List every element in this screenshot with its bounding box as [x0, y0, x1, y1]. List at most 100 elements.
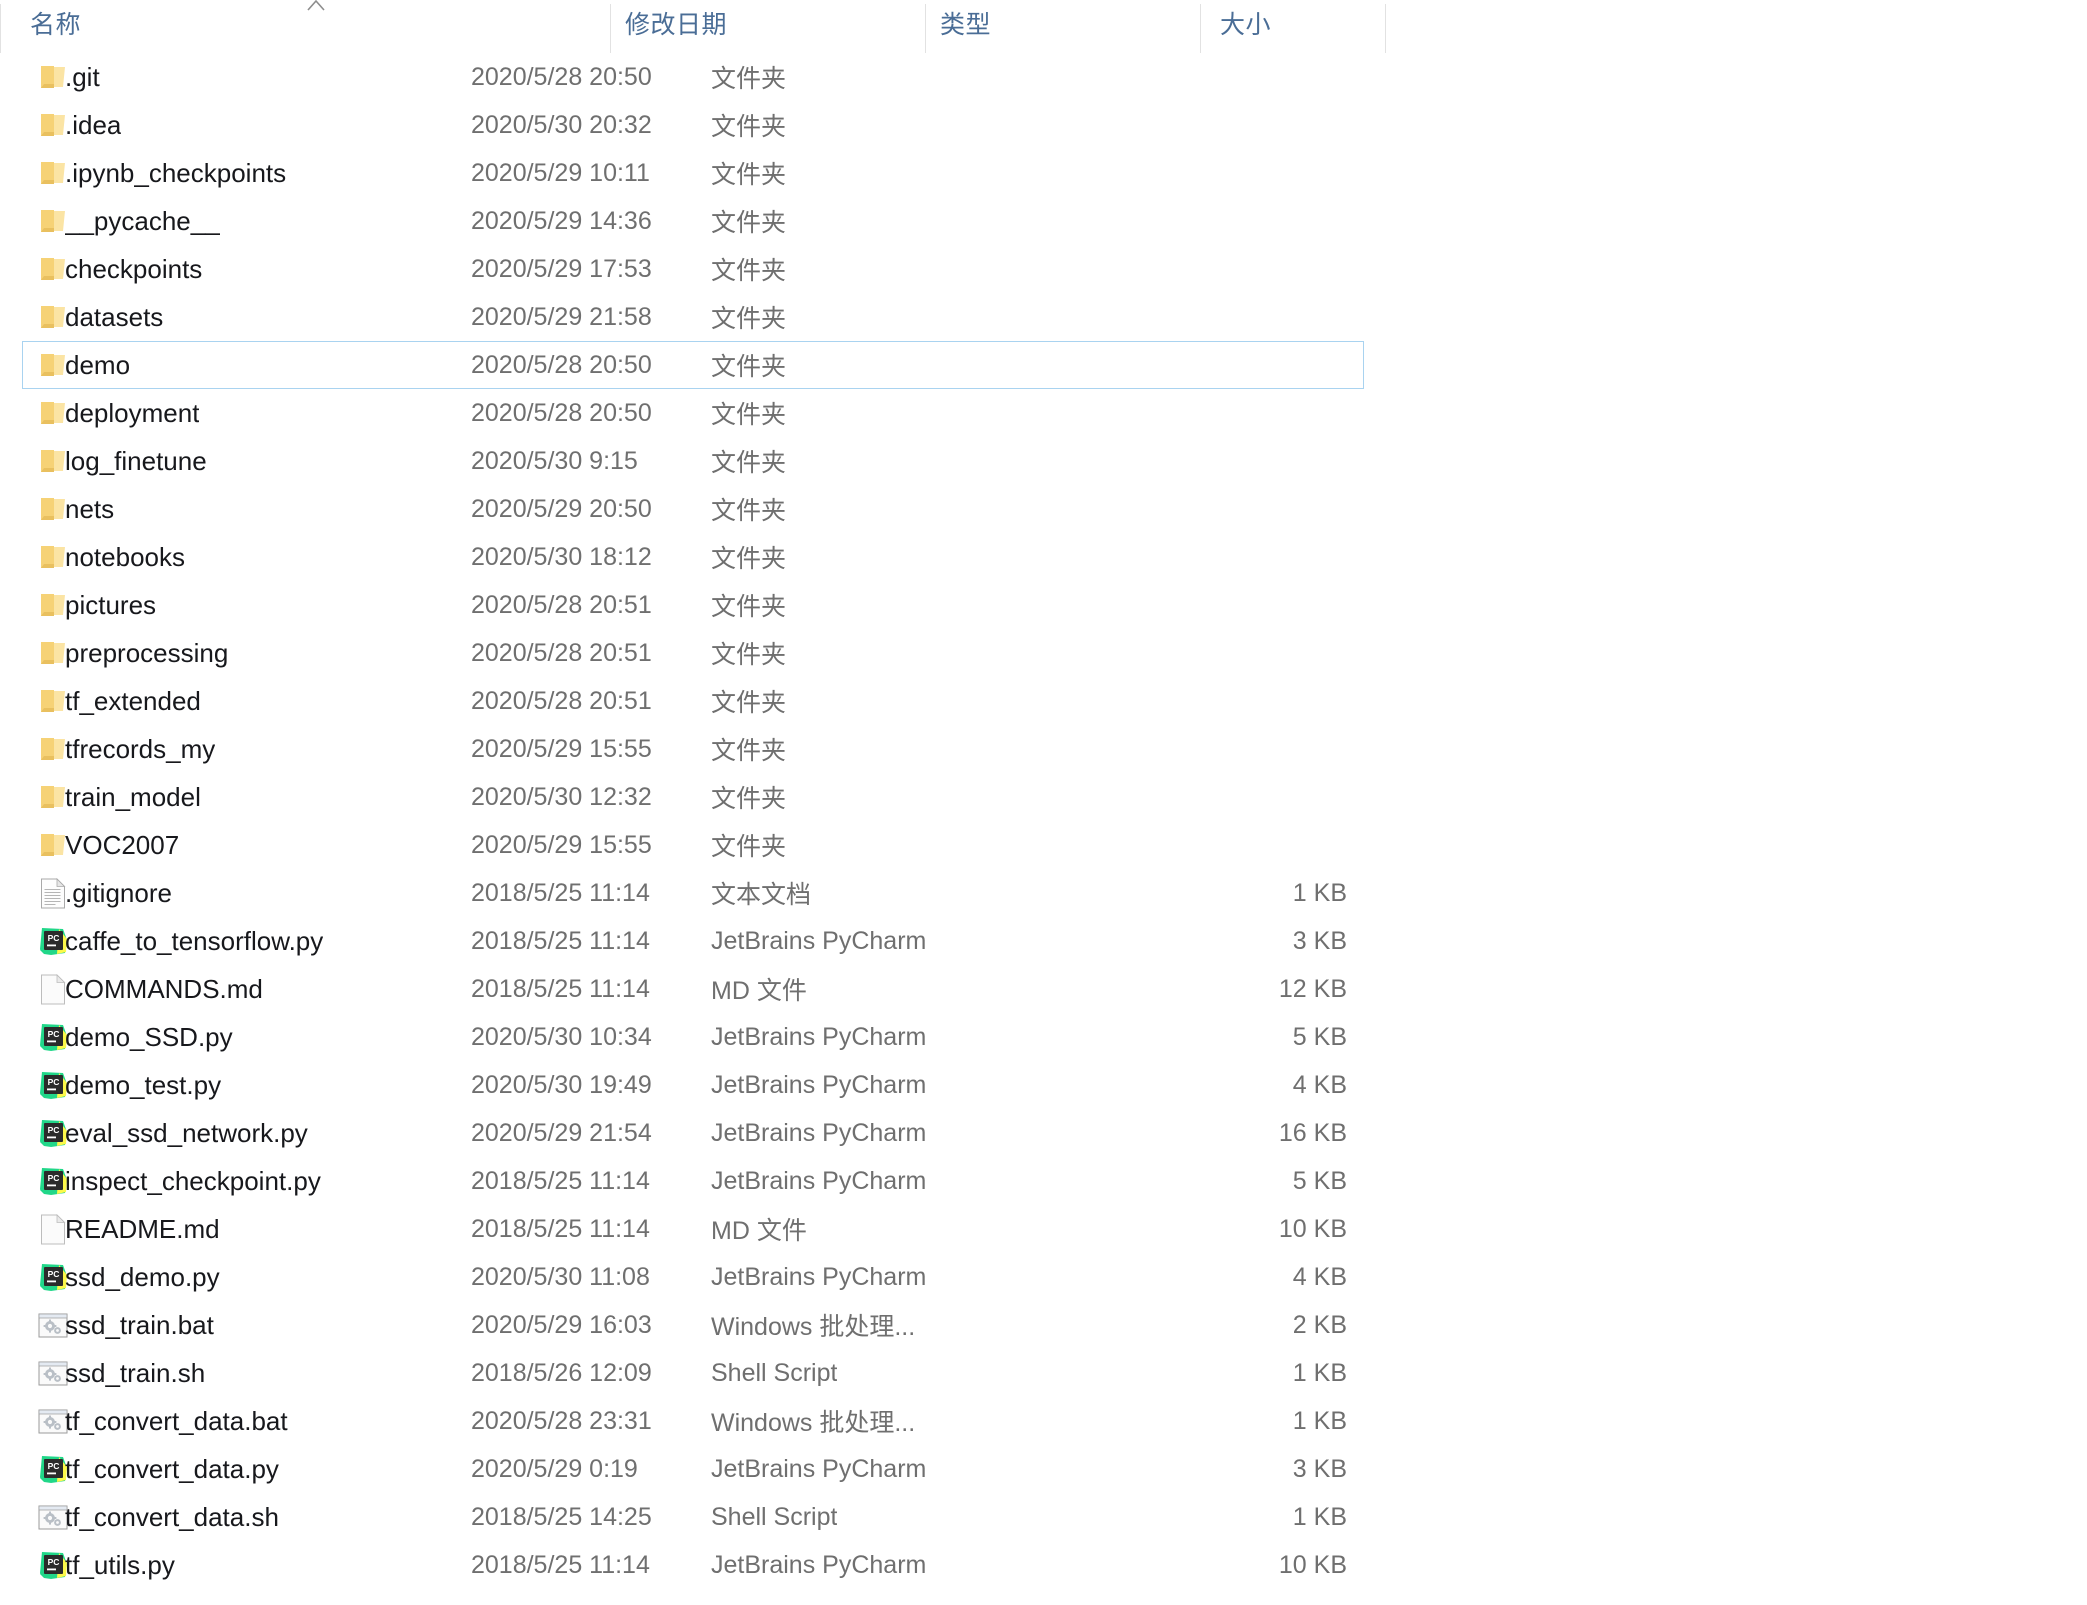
file-row[interactable]: COMMANDS.md 2018/5/25 11:14 MD 文件 12 KB	[22, 965, 1364, 1013]
column-header-name-label: 名称	[30, 10, 82, 39]
file-size: 3 KB	[1292, 1454, 1347, 1483]
file-date-modified: 2018/5/26 12:09	[471, 1358, 652, 1387]
file-type: 文件夹	[711, 737, 787, 765]
file-date-modified: 2020/5/29 14:36	[471, 206, 652, 235]
file-name: notebooks	[65, 541, 185, 572]
file-row[interactable]: .git 2020/5/28 20:50 文件夹	[22, 53, 1364, 101]
column-header-size[interactable]: 大小	[1220, 0, 1271, 45]
file-row[interactable]: VOC2007 2020/5/29 15:55 文件夹	[22, 821, 1364, 869]
file-size	[923, 198, 1371, 244]
column-divider[interactable]	[1200, 4, 1201, 53]
file-date-modified: 2020/5/30 10:34	[471, 1022, 652, 1051]
file-row[interactable]: notebooks 2020/5/30 18:12 文件夹	[22, 533, 1364, 581]
file-row[interactable]: PC demo_test.py 2020/5/30 19:49 JetBrains …	[22, 1061, 1364, 1109]
file-size: 5 KB	[1292, 1022, 1347, 1051]
file-name: .idea	[65, 109, 122, 140]
file-date-modified: 2020/5/28 20:50	[471, 350, 652, 379]
file-row[interactable]: datasets 2020/5/29 21:58 文件夹	[22, 293, 1364, 341]
file-size	[923, 246, 1371, 292]
column-divider[interactable]	[925, 4, 926, 53]
svg-text:PC: PC	[47, 1557, 59, 1567]
file-row[interactable]: preprocessing 2020/5/28 20:51 文件夹	[22, 629, 1364, 677]
file-size	[923, 54, 1371, 100]
file-row[interactable]: PC tf_convert_data.py 2020/5/29 0:19 JetBr…	[22, 1445, 1364, 1493]
file-date-modified: 2018/5/25 11:14	[471, 1166, 650, 1195]
file-size: 10 KB	[1278, 1550, 1347, 1579]
file-type: Windows 批处理...	[711, 1313, 916, 1341]
file-size: 1 KB	[1292, 1406, 1347, 1435]
file-row[interactable]: PC inspect_checkpoint.py 2018/5/25 11:14 J…	[22, 1157, 1364, 1205]
file-row[interactable]: ssd_train.sh 2018/5/26 12:09 Shell Script 1…	[22, 1349, 1364, 1397]
file-type: JetBrains PyCharm	[711, 1262, 927, 1291]
file-row[interactable]: deployment 2020/5/28 20:50 文件夹	[22, 389, 1364, 437]
file-name: ssd_demo.py	[65, 1261, 220, 1292]
file-row[interactable]: ssd_train.bat 2020/5/29 16:03 Windows 批处理.…	[22, 1301, 1364, 1349]
file-name: __pycache__	[65, 205, 220, 236]
svg-text:PC: PC	[47, 1461, 59, 1471]
file-type: 文件夹	[711, 449, 787, 477]
file-row[interactable]: PC tf_utils.py 2018/5/25 11:14 JetBrains P…	[22, 1541, 1364, 1589]
file-date-modified: 2020/5/29 16:03	[471, 1310, 652, 1339]
file-row[interactable]: PC demo_SSD.py 2020/5/30 10:34 JetBrains P…	[22, 1013, 1364, 1061]
file-name: tf_convert_data.bat	[65, 1405, 288, 1436]
file-size: 5 KB	[1292, 1166, 1347, 1195]
file-row[interactable]: PC caffe_to_tensorflow.py 2018/5/25 11:14…	[22, 917, 1364, 965]
file-row[interactable]: .idea 2020/5/30 20:32 文件夹	[22, 101, 1364, 149]
file-size: 16 KB	[1278, 1118, 1347, 1147]
file-row[interactable]: .gitignore 2018/5/25 11:14 文本文档 1 KB	[22, 869, 1364, 917]
column-header-date-modified[interactable]: 修改日期	[625, 0, 727, 45]
file-name: ssd_train.bat	[65, 1309, 214, 1340]
file-name: eval_ssd_network.py	[65, 1117, 308, 1148]
file-row[interactable]: checkpoints 2020/5/29 17:53 文件夹	[22, 245, 1364, 293]
file-size	[923, 486, 1371, 532]
file-type: JetBrains PyCharm	[711, 1070, 927, 1099]
file-name: datasets	[65, 301, 164, 332]
file-type: 文件夹	[711, 305, 787, 333]
file-date-modified: 2020/5/30 19:49	[471, 1070, 652, 1099]
file-size	[923, 294, 1371, 340]
file-name: tf_convert_data.py	[65, 1453, 279, 1484]
column-divider[interactable]	[1385, 4, 1386, 53]
file-row[interactable]: demo 2020/5/28 20:50 文件夹	[22, 341, 1364, 389]
file-size: 4 KB	[1292, 1070, 1347, 1099]
file-date-modified: 2020/5/29 17:53	[471, 254, 652, 283]
file-row[interactable]: PC eval_ssd_network.py 2020/5/29 21:54 Jet…	[22, 1109, 1364, 1157]
file-type: 文件夹	[711, 593, 787, 621]
file-date-modified: 2020/5/28 20:51	[471, 590, 652, 619]
file-name: deployment	[65, 397, 200, 428]
file-row[interactable]: tf_convert_data.sh 2018/5/25 14:25 Shell S…	[22, 1493, 1364, 1541]
file-list[interactable]: .git 2020/5/28 20:50 文件夹 .idea 2020/5/30 20…	[0, 53, 1386, 1589]
file-date-modified: 2020/5/29 15:55	[471, 734, 652, 763]
file-name: tf_utils.py	[65, 1549, 175, 1580]
file-row[interactable]: __pycache__ 2020/5/29 14:36 文件夹	[22, 197, 1364, 245]
chevron-up-icon	[305, 0, 327, 12]
file-row[interactable]: nets 2020/5/29 20:50 文件夹	[22, 485, 1364, 533]
file-size: 3 KB	[1292, 926, 1347, 955]
file-row[interactable]: README.md 2018/5/25 11:14 MD 文件 10 KB	[22, 1205, 1364, 1253]
file-name: README.md	[65, 1213, 220, 1244]
column-header-size-label: 大小	[1220, 10, 1272, 39]
file-row[interactable]: train_model 2020/5/30 12:32 文件夹	[22, 773, 1364, 821]
file-size	[923, 678, 1371, 724]
file-row[interactable]: PC ssd_demo.py 2020/5/30 11:08 JetBrains P…	[22, 1253, 1364, 1301]
file-date-modified: 2020/5/29 20:50	[471, 494, 652, 523]
file-type: MD 文件	[711, 977, 807, 1005]
file-row[interactable]: tfrecords_my 2020/5/29 15:55 文件夹	[22, 725, 1364, 773]
file-size	[923, 822, 1371, 868]
file-name: tf_extended	[65, 685, 201, 716]
column-divider[interactable]	[610, 4, 611, 53]
file-row[interactable]: tf_convert_data.bat 2020/5/28 23:31 Window…	[22, 1397, 1364, 1445]
file-date-modified: 2018/5/25 11:14	[471, 1214, 650, 1243]
file-row[interactable]: pictures 2020/5/28 20:51 文件夹	[22, 581, 1364, 629]
column-header-name[interactable]: 名称	[30, 0, 81, 45]
svg-text:PC: PC	[47, 1173, 59, 1183]
column-header-type[interactable]: 类型	[940, 0, 991, 45]
file-row[interactable]: .ipynb_checkpoints 2020/5/29 10:11 文件夹	[22, 149, 1364, 197]
file-date-modified: 2020/5/29 21:54	[471, 1118, 652, 1147]
file-type: Shell Script	[711, 1502, 838, 1531]
file-date-modified: 2020/5/30 18:12	[471, 542, 652, 571]
file-row[interactable]: tf_extended 2020/5/28 20:51 文件夹	[22, 677, 1364, 725]
file-size: 2 KB	[1292, 1310, 1347, 1339]
file-name: caffe_to_tensorflow.py	[65, 925, 324, 956]
file-row[interactable]: log_finetune 2020/5/30 9:15 文件夹	[22, 437, 1364, 485]
